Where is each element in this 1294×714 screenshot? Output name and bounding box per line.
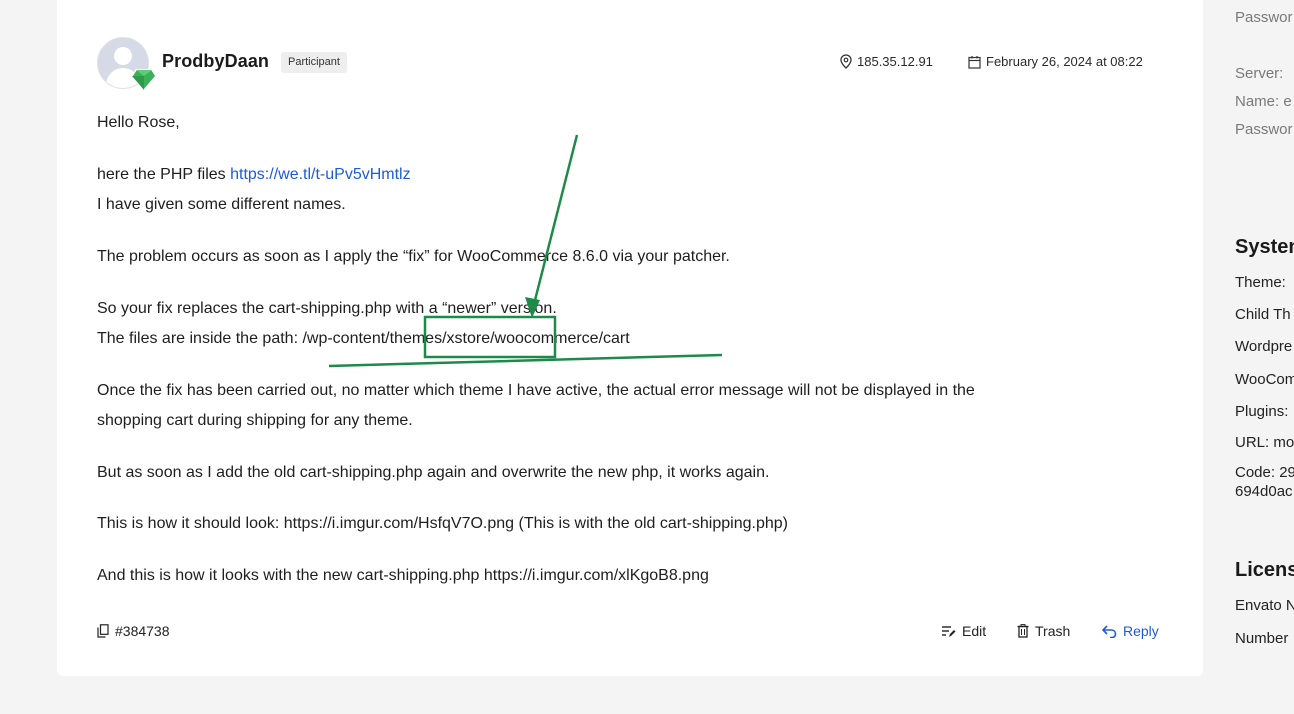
sidebar-name: Name: e [1235, 93, 1292, 110]
sidebar-url: URL: mo [1235, 434, 1294, 451]
copy-icon [97, 624, 109, 638]
but-text: But as soon as I add the old cart-shippi… [97, 464, 770, 481]
trash-label: Trash [1035, 623, 1071, 639]
location-pin-icon [840, 54, 852, 69]
author-name[interactable]: ProdbyDaan [162, 51, 269, 72]
sidebar-heading-license: License [1235, 559, 1294, 581]
sidebar-woocommerce: WooCom [1235, 371, 1294, 388]
trash-icon [1017, 624, 1029, 638]
replaces-text: So your fix replaces the cart-shipping.p… [97, 300, 557, 317]
reply-button[interactable]: Reply [1102, 623, 1159, 639]
greeting-text: Hello Rose, [97, 114, 180, 131]
sidebar-theme: Theme: [1235, 274, 1286, 291]
sidebar-plugins: Plugins: [1235, 403, 1289, 420]
post-date: February 26, 2024 at 08:22 [986, 54, 1143, 69]
sidebar-number: Number [1235, 630, 1289, 647]
should-look-text: This is how it should look: https://i.im… [97, 515, 788, 532]
once-text-2: shopping cart during shipping for any th… [97, 412, 413, 429]
post-id[interactable]: #384738 [97, 623, 170, 639]
looks-text: And this is how it looks with the new ca… [97, 567, 709, 584]
edit-label: Edit [962, 623, 987, 639]
diamond-badge-icon [131, 69, 157, 91]
problem-text: The problem occurs as soon as I apply th… [97, 248, 730, 265]
files-prefix-text: here the PHP files [97, 166, 231, 183]
sidebar-wordpress: Wordpre [1235, 338, 1293, 355]
files-line: here the PHP files https://we.tl/t-uPv5v… [97, 166, 411, 184]
path-text: The files are inside the path: /wp-conte… [97, 330, 630, 347]
edit-icon [942, 625, 956, 637]
sidebar-heading-system: System [1235, 236, 1294, 258]
sidebar-child-theme: Child Th [1235, 306, 1291, 323]
calendar-icon [968, 55, 981, 69]
wetransfer-link[interactable]: https://we.tl/t-uPv5vHmtlz [230, 166, 411, 183]
sidebar-code-continued: 694d0ac [1235, 483, 1293, 500]
role-badge: Participant [281, 52, 347, 73]
trash-button[interactable]: Trash [1017, 623, 1070, 639]
right-sidebar: Passwor Server: Name: e Passwor System T… [1203, 0, 1294, 714]
sidebar-code: Code: 29 [1235, 464, 1294, 481]
edit-button[interactable]: Edit [941, 623, 986, 639]
reply-icon [1102, 624, 1117, 638]
sidebar-envato: Envato N [1235, 597, 1294, 614]
date-meta: February 26, 2024 at 08:22 [968, 54, 1143, 69]
post-id-text: #384738 [115, 623, 170, 639]
names-text: I have given some different names. [97, 196, 346, 213]
ip-address: 185.35.12.91 [857, 54, 933, 69]
sidebar-server: Server: [1235, 65, 1284, 82]
once-text-1: Once the fix has been carried out, no ma… [97, 382, 975, 399]
sidebar-password-2: Passwor [1235, 121, 1293, 138]
sidebar-password-1: Passwor [1235, 9, 1293, 26]
reply-label: Reply [1123, 623, 1159, 639]
ip-meta: 185.35.12.91 [840, 54, 933, 69]
